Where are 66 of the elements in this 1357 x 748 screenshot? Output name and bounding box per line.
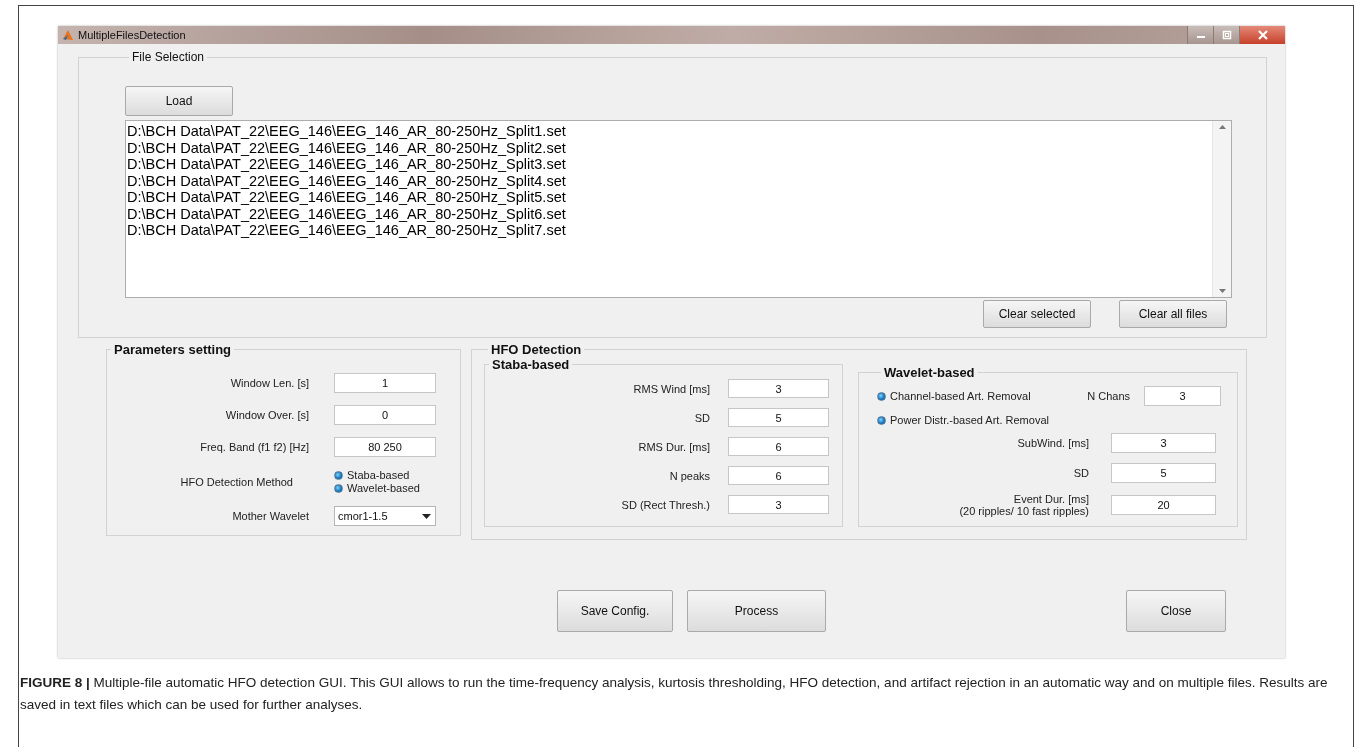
list-item[interactable]: D:\BCH Data\PAT_22\EEG_146\EEG_146_AR_80-250Hz_Split2.set [127, 139, 566, 156]
window-title: MultipleFilesDetection [78, 29, 187, 41]
list-item[interactable]: D:\BCH Data\PAT_22\EEG_146\EEG_146_AR_80-250Hz_Split3.set [127, 156, 566, 173]
field-label: RMS Wind [ms] [632, 382, 710, 395]
clear-button[interactable]: Clear selected [983, 300, 1091, 328]
list-item[interactable]: D:\BCH Data\PAT_22\EEG_146\EEG_146_AR_80-250Hz_Split4.set [127, 172, 566, 189]
scrollbar[interactable] [1212, 121, 1231, 297]
group-title: Staba-based [491, 357, 571, 372]
field-label: Event Dur. [ms] (20 ripples/ 10 fast ripples) [958, 493, 1089, 517]
text-field[interactable]: 3 [1111, 433, 1216, 453]
action-button[interactable]: Close [1126, 590, 1226, 632]
list-item[interactable]: D:\BCH Data\PAT_22\EEG_146\EEG_146_AR_80-250Hz_Split5.set [127, 189, 566, 206]
radio-label[interactable]: Channel-based Art. Removal [890, 390, 1031, 402]
field-label: N Chans [1087, 390, 1130, 402]
group-title: File Selection [131, 50, 206, 64]
field-label: HFO Detection Method [179, 475, 294, 488]
field-label: Mother Wavelet [231, 510, 309, 522]
radio-button[interactable] [877, 415, 886, 425]
figure-caption: FIGURE 8 | Multiple-file automatic HFO detection GUI. This GUI allows to run the time-frequency analysis, kurtosis thresholding, HFO detection, and artifact rejection in an automatic way and on multiple files. Results are saved in text files which can be used for further analyses. [20, 674, 1329, 714]
scroll-up-icon [1218, 125, 1226, 129]
field-label: SD [693, 411, 710, 424]
field-label: Freq. Band (f1 f2) [Hz] [199, 441, 309, 453]
text-field[interactable]: 6 [728, 437, 829, 456]
app-icon [62, 29, 74, 41]
clear-button[interactable]: Clear all files [1119, 300, 1227, 328]
radio-label[interactable]: Wavelet-based [347, 482, 420, 494]
radio-button[interactable] [334, 483, 343, 493]
text-field[interactable]: 80 250 [334, 437, 436, 457]
group-title: Wavelet-based [883, 365, 976, 380]
field-label: SD (Rect Thresh.) [620, 498, 710, 511]
close-button[interactable] [1239, 26, 1285, 44]
text-field[interactable]: 1 [334, 373, 436, 393]
list-item[interactable]: D:\BCH Data\PAT_22\EEG_146\EEG_146_AR_80-250Hz_Split6.set [127, 205, 566, 222]
list-item[interactable]: D:\BCH Data\PAT_22\EEG_146\EEG_146_AR_80-250Hz_Split7.set [127, 222, 566, 239]
field-label: SD [1072, 467, 1089, 479]
field-label: Window Len. [s] [229, 377, 309, 389]
group-title: HFO Detection [490, 342, 583, 357]
scroll-down-icon [1218, 289, 1226, 293]
load-button[interactable]: Load [125, 86, 233, 116]
close-icon [1256, 30, 1269, 40]
radio-button[interactable] [877, 391, 886, 401]
radio-label[interactable]: Power Distr.-based Art. Removal [890, 414, 1049, 426]
field-label: SubWind. [ms] [1016, 437, 1089, 449]
radio-label[interactable]: Staba-based [347, 469, 410, 481]
field-label: RMS Dur. [ms] [637, 440, 710, 453]
action-button[interactable]: Process [687, 590, 826, 632]
text-field[interactable]: 20 [1111, 495, 1216, 515]
text-field[interactable]: 3 [1144, 386, 1221, 406]
text-field[interactable]: 5 [1111, 463, 1216, 483]
text-field[interactable]: 3 [728, 379, 829, 398]
action-button[interactable]: Save Config. [557, 590, 673, 632]
text-field[interactable]: 0 [334, 405, 436, 425]
list-item[interactable]: D:\BCH Data\PAT_22\EEG_146\EEG_146_AR_80-250Hz_Split1.set [127, 123, 566, 140]
minimize-button[interactable] [1187, 26, 1213, 44]
file-list[interactable] [125, 120, 1232, 298]
caret-icon [422, 513, 431, 519]
text-field[interactable]: 5 [728, 408, 829, 427]
restore-icon [1221, 30, 1232, 40]
dropdown[interactable]: cmor1-1.5 [334, 506, 436, 526]
radio-button[interactable] [334, 470, 343, 480]
field-label: Window Over. [s] [224, 409, 309, 421]
field-label: N peaks [668, 469, 710, 482]
text-field[interactable]: 3 [728, 495, 829, 514]
text-field[interactable]: 6 [728, 466, 829, 485]
group-title: Parameters setting [113, 342, 233, 357]
restore-button[interactable] [1213, 26, 1239, 44]
